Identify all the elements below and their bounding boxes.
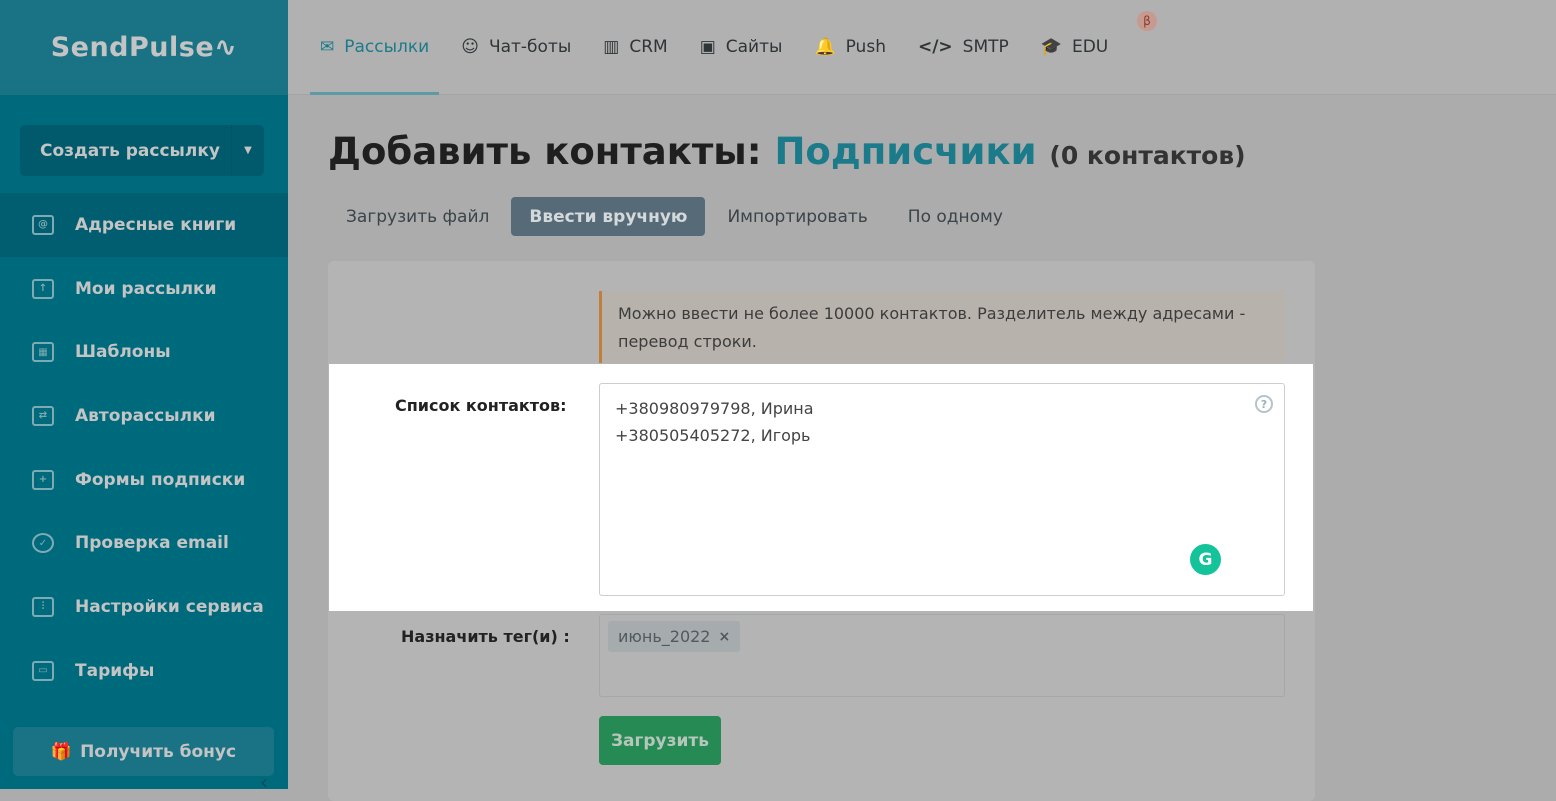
tags-label: Назначить тег(и) : <box>401 627 570 646</box>
create-campaign-button[interactable]: Создать рассылку ▼ <box>20 125 264 176</box>
tag-chip: июнь_2022 × <box>608 621 741 652</box>
label: Рассылки <box>344 37 430 57</box>
sidebar-item-campaigns[interactable]: ↑ Мои рассылки <box>0 257 288 321</box>
create-label: Создать рассылку <box>40 140 220 161</box>
logo-text: SendPulse <box>50 32 215 63</box>
chat-icon: ☺ <box>461 37 479 57</box>
wallet-icon: ▭ <box>32 660 54 681</box>
nav-campaigns[interactable]: ✉ Рассылки <box>309 0 440 95</box>
form-icon: + <box>32 469 54 490</box>
tab-upload-file[interactable]: Загрузить файл <box>328 197 507 236</box>
address-book-icon: @ <box>32 214 54 235</box>
logo[interactable]: SendPulse ∿ <box>0 0 288 95</box>
contacts-label: Список контактов: <box>395 396 567 415</box>
crm-icon: ▥ <box>603 37 620 57</box>
sidebar-item-email-verify[interactable]: ✓ Проверка email <box>0 511 288 575</box>
label: EDU <box>1071 37 1109 57</box>
sidebar-item-forms[interactable]: + Формы подписки <box>0 448 288 512</box>
tag-label: июнь_2022 <box>618 627 711 646</box>
label: SMTP <box>962 37 1009 57</box>
sidebar-item-settings[interactable]: ⫶ Настройки сервиса <box>0 575 288 639</box>
nav-push[interactable]: 🔔 Push <box>814 0 886 95</box>
label: Настройки сервиса <box>75 596 264 617</box>
tab-import[interactable]: Импортировать <box>709 197 885 236</box>
notice: Можно ввести не более 10000 контактов. Р… <box>599 291 1285 363</box>
top-nav: ✉ Рассылки ☺ Чат-боты ▥ CRM ▣ Сайты 🔔 Push </… <box>288 0 1556 95</box>
sidebar-nav: @ Адресные книги ↑ Мои рассылки ▦ Шаблоны ⇄… <box>0 193 288 703</box>
label: Push <box>845 37 886 57</box>
label: CRM <box>629 37 668 57</box>
nav-smtp[interactable]: </> SMTP <box>918 0 1009 95</box>
sidebar-item-automation[interactable]: ⇄ Авторассылки <box>0 384 288 448</box>
code-icon: </> <box>917 37 953 57</box>
label: Чат-боты <box>488 37 572 57</box>
nav-edu[interactable]: 🎓 EDU <box>1041 0 1108 95</box>
label: Авторассылки <box>75 405 216 426</box>
beta-badge: β <box>1137 11 1157 31</box>
chevron-down-icon[interactable]: ▼ <box>231 125 264 176</box>
bonus-label: Получить бонус <box>80 741 237 762</box>
sidebar-item-templates[interactable]: ▦ Шаблоны <box>0 320 288 384</box>
address-book-link[interactable]: Подписчики <box>774 130 1036 173</box>
mail-icon: ✉ <box>320 37 335 57</box>
grammarly-icon[interactable]: G <box>1190 544 1221 575</box>
tab-manual-entry[interactable]: Ввести вручную <box>511 197 706 236</box>
title-prefix: Добавить контакты: <box>328 130 762 173</box>
nav-chatbots[interactable]: ☺ Чат-боты <box>461 0 571 95</box>
contacts-textarea[interactable]: +380980979798, Ирина +380505405272, Игор… <box>599 383 1285 596</box>
label: Формы подписки <box>75 469 246 490</box>
label: Мои рассылки <box>75 278 217 299</box>
sidebar-item-pricing[interactable]: ▭ Тарифы <box>0 639 288 703</box>
tags-input[interactable]: июнь_2022 × <box>599 614 1285 697</box>
graduation-cap-icon: 🎓 <box>1040 37 1062 57</box>
label: Сайты <box>725 37 783 57</box>
tab-one-by-one[interactable]: По одному <box>890 197 1021 236</box>
tabs: Загрузить файл Ввести вручную Импортиров… <box>328 197 1025 236</box>
help-icon[interactable]: ? <box>1255 395 1273 413</box>
bell-icon: 🔔 <box>814 37 836 57</box>
close-icon[interactable]: × <box>718 629 730 645</box>
nav-sites[interactable]: ▣ Сайты <box>700 0 783 95</box>
sidebar: SendPulse ∿ Создать рассылку ▼ @ Адресные к… <box>0 0 288 794</box>
get-bonus-button[interactable]: 🎁 Получить бонус <box>13 727 274 776</box>
label: Шаблоны <box>75 342 171 363</box>
submit-button[interactable]: Загрузить <box>599 716 721 765</box>
page-title: Добавить контакты: Подписчики (0 контакт… <box>328 130 1246 173</box>
nav-crm[interactable]: ▥ CRM <box>603 0 667 95</box>
check-icon: ✓ <box>32 533 54 554</box>
label: Проверка email <box>75 533 229 554</box>
template-icon: ▦ <box>32 342 54 363</box>
gift-icon: 🎁 <box>50 741 73 762</box>
sidebar-item-address-books[interactable]: @ Адресные книги <box>0 193 288 257</box>
upload-icon: ↑ <box>32 278 54 299</box>
collapse-sidebar-icon[interactable]: ‹ <box>260 770 268 794</box>
label: Адресные книги <box>75 214 237 235</box>
automation-icon: ⇄ <box>32 405 54 426</box>
pulse-icon: ∿ <box>214 32 238 63</box>
contact-count: (0 контактов) <box>1049 141 1246 170</box>
label: Тарифы <box>75 660 155 681</box>
site-icon: ▣ <box>699 37 716 57</box>
settings-icon: ⫶ <box>32 596 54 617</box>
